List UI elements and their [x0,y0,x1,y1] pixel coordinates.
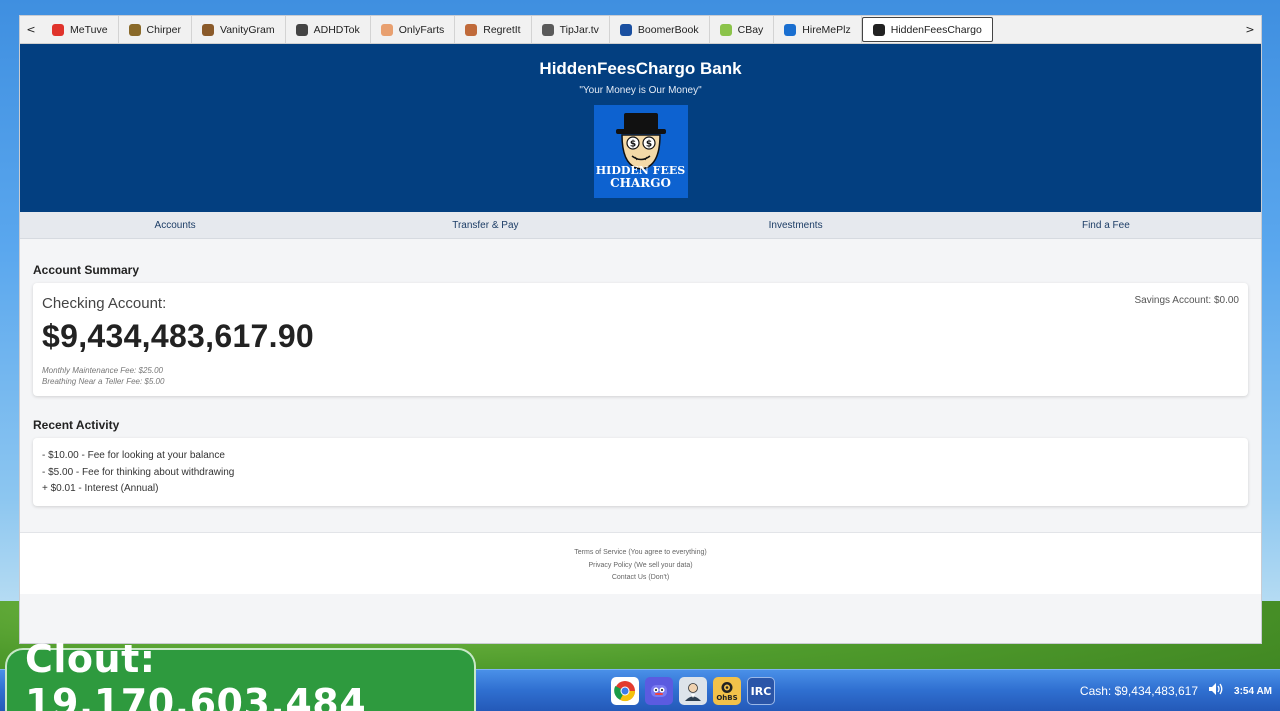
ohbs-icon[interactable]: OhBS [713,677,741,705]
tab-label: Chirper [146,23,181,36]
bank-title: HiddenFeesChargo Bank [539,59,742,78]
clock: 3:54 AM [1234,685,1272,697]
account-summary-heading: Account Summary [33,263,140,277]
clout-counter: Clout: 19,170,603,484 [5,637,476,711]
tab-label: OnlyFarts [398,23,445,36]
favicon-icon [295,23,308,36]
bank-header: HiddenFeesChargo Bank "Your Money is Our… [20,44,1261,212]
bank-logo: $ $ HIDDEN FEES CHARGO [593,105,688,198]
tab-scroll-right-button[interactable]: > [1239,16,1261,43]
terms-link[interactable]: Terms of Service (You agree to everythin… [20,547,1261,560]
tab-vanitygram[interactable]: VanityGram [192,16,286,43]
tab-label: ADHDTok [313,23,360,36]
favicon-icon [128,23,141,36]
chrome-icon[interactable] [611,677,639,705]
tab-label: HiddenFeesChargo [890,23,982,36]
tab-boomerbook[interactable]: BoomerBook [610,16,710,43]
cash-display: Cash: $9,434,483,617 [1079,684,1199,698]
tab-cbay[interactable]: CBay [710,16,775,43]
favicon-icon [201,23,214,36]
irc-icon[interactable]: IRC [747,677,775,705]
recent-activity-card: - $10.00 - Fee for looking at your balan… [33,438,1248,506]
discord-bot-icon[interactable] [645,677,673,705]
favicon-icon [719,23,732,36]
nav-investments[interactable]: Investments [641,212,951,238]
nav-find-a-fee[interactable]: Find a Fee [951,212,1261,238]
browser-window: < MeTuve Chirper VanityGram ADHDTok OnlyFart… [19,15,1262,644]
nav-transfer-pay[interactable]: Transfer & Pay [330,212,640,238]
tab-chirper[interactable]: Chirper [119,16,192,43]
favicon-icon [52,23,64,36]
person-icon[interactable] [679,677,707,705]
svg-text:$: $ [629,140,635,150]
fee-note: Monthly Maintenance Fee: $25.00 [42,366,163,375]
favicon-icon [872,23,885,36]
main-content: Account Summary Checking Account: $9,434… [20,263,1261,506]
tab-metuve[interactable]: MeTuve [42,16,119,43]
checking-account-label: Checking Account: [42,295,167,312]
favicon-icon [380,23,393,36]
activity-item: - $5.00 - Fee for thinking about withdra… [42,466,235,478]
tab-onlyfarts[interactable]: OnlyFarts [371,16,456,43]
favicon-icon [784,23,797,36]
tab-adhdtok[interactable]: ADHDTok [286,16,371,43]
tab-tipjar-tv[interactable]: TipJar.tv [532,16,610,43]
system-tray: Cash: $9,434,483,617 3:54 AM [1080,670,1272,711]
tab-label: RegretIt [483,23,521,36]
account-summary-card: Checking Account: $9,434,483,617.90 Mont… [33,283,1248,396]
logo-text-bottom: CHARGO [610,176,671,190]
recent-activity-heading: Recent Activity [33,418,120,432]
activity-item: - $10.00 - Fee for looking at your balan… [42,450,225,461]
fee-note: Breathing Near a Teller Fee: $5.00 [42,377,165,386]
savings-account: Savings Account: $0.00 [1134,295,1239,306]
ohbs-label: OhBS [716,693,738,702]
irc-label: IRC [750,684,772,698]
tab-label: CBay [737,23,764,36]
tab-bar: < MeTuve Chirper VanityGram ADHDTok OnlyFart… [20,16,1261,44]
tab-regretit[interactable]: RegretIt [455,16,532,43]
tab-list: MeTuve Chirper VanityGram ADHDTok OnlyFarts R… [42,16,1239,43]
bank-tagline: "Your Money is Our Money" [579,85,702,96]
favicon-icon [541,23,554,36]
speaker-icon[interactable] [1208,682,1224,701]
checking-balance: $9,434,483,617.90 [42,318,315,354]
tab-label: BoomerBook [637,23,699,36]
tab-label: MeTuve [70,23,108,36]
tab-label: TipJar.tv [559,23,599,36]
contact-link[interactable]: Contact Us (Don't) [20,572,1261,585]
fee-notes: Monthly Maintenance Fee: $25.00 Breathin… [42,365,1239,387]
privacy-link[interactable]: Privacy Policy (We sell your data) [20,560,1261,573]
tab-hiremeplz[interactable]: HireMePlz [774,16,862,43]
tab-label: HireMePlz [802,23,851,36]
favicon-icon [619,23,632,36]
bank-page: HiddenFeesChargo Bank "Your Money is Our… [20,44,1261,643]
tab-hiddenfeeschargo[interactable]: HiddenFeesChargo [861,17,993,42]
favicon-icon [465,23,478,36]
page-footer: Terms of Service (You agree to everythin… [20,532,1261,594]
tab-scroll-left-button[interactable]: < [20,16,42,43]
nav-accounts[interactable]: Accounts [20,212,330,238]
bank-nav: Accounts Transfer & Pay Investments Find… [20,212,1261,239]
svg-text:$: $ [645,140,651,150]
tab-label: VanityGram [219,23,275,36]
dock: OhBS IRC [611,677,775,705]
activity-item: + $0.01 - Interest (Annual) [42,483,159,494]
